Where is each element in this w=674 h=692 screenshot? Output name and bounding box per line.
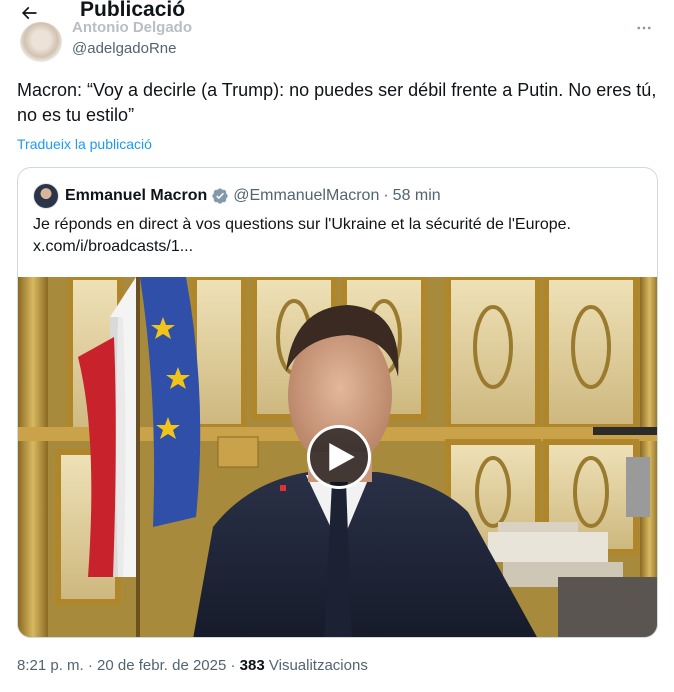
views-count: 383 (239, 657, 265, 674)
quoted-link[interactable]: x.com/i/broadcasts/1... (33, 236, 643, 258)
translate-link[interactable]: Tradueix la publicació (17, 136, 152, 152)
verified-badge-icon (212, 188, 228, 204)
quoted-post-header: Emmanuel Macron @EmmanuelMacron · 58 min (33, 182, 441, 210)
post-text: Macron: “Voy a decirle (a Trump): no pue… (17, 80, 657, 125)
quoted-author-handle[interactable]: @EmmanuelMacron (233, 187, 379, 205)
post-date[interactable]: 20 de febr. de 2025 (97, 657, 226, 674)
separator-dot: · (87, 657, 93, 674)
video-player[interactable] (18, 277, 657, 637)
more-options-button[interactable] (632, 18, 656, 38)
play-button[interactable] (307, 425, 371, 489)
separator-dot: · (230, 657, 236, 674)
page-title: Publicació (80, 0, 186, 21)
avatar[interactable] (20, 22, 62, 62)
author-row: Antonio Delgado @adelgadoRne (0, 18, 674, 64)
quoted-post-text: Je réponds en direct à vos questions sur… (33, 214, 643, 258)
quoted-post-time[interactable]: 58 min (393, 187, 441, 205)
views-label: Visualitzacions (268, 657, 368, 674)
post-meta: 8:21 p. m. · 20 de febr. de 2025 · 383 V… (17, 657, 368, 674)
post-time[interactable]: 8:21 p. m. (17, 657, 84, 674)
quoted-avatar[interactable] (33, 183, 59, 209)
quoted-text-line: Je réponds en direct à vos questions sur… (33, 216, 571, 233)
quoted-post-card[interactable]: Emmanuel Macron @EmmanuelMacron · 58 min… (17, 167, 658, 638)
author-handle[interactable]: @adelgadoRne (72, 40, 176, 57)
more-dots-icon (637, 26, 651, 30)
quoted-author-name[interactable]: Emmanuel Macron (65, 187, 207, 205)
play-icon (328, 443, 355, 471)
separator-dot: · (383, 187, 389, 204)
